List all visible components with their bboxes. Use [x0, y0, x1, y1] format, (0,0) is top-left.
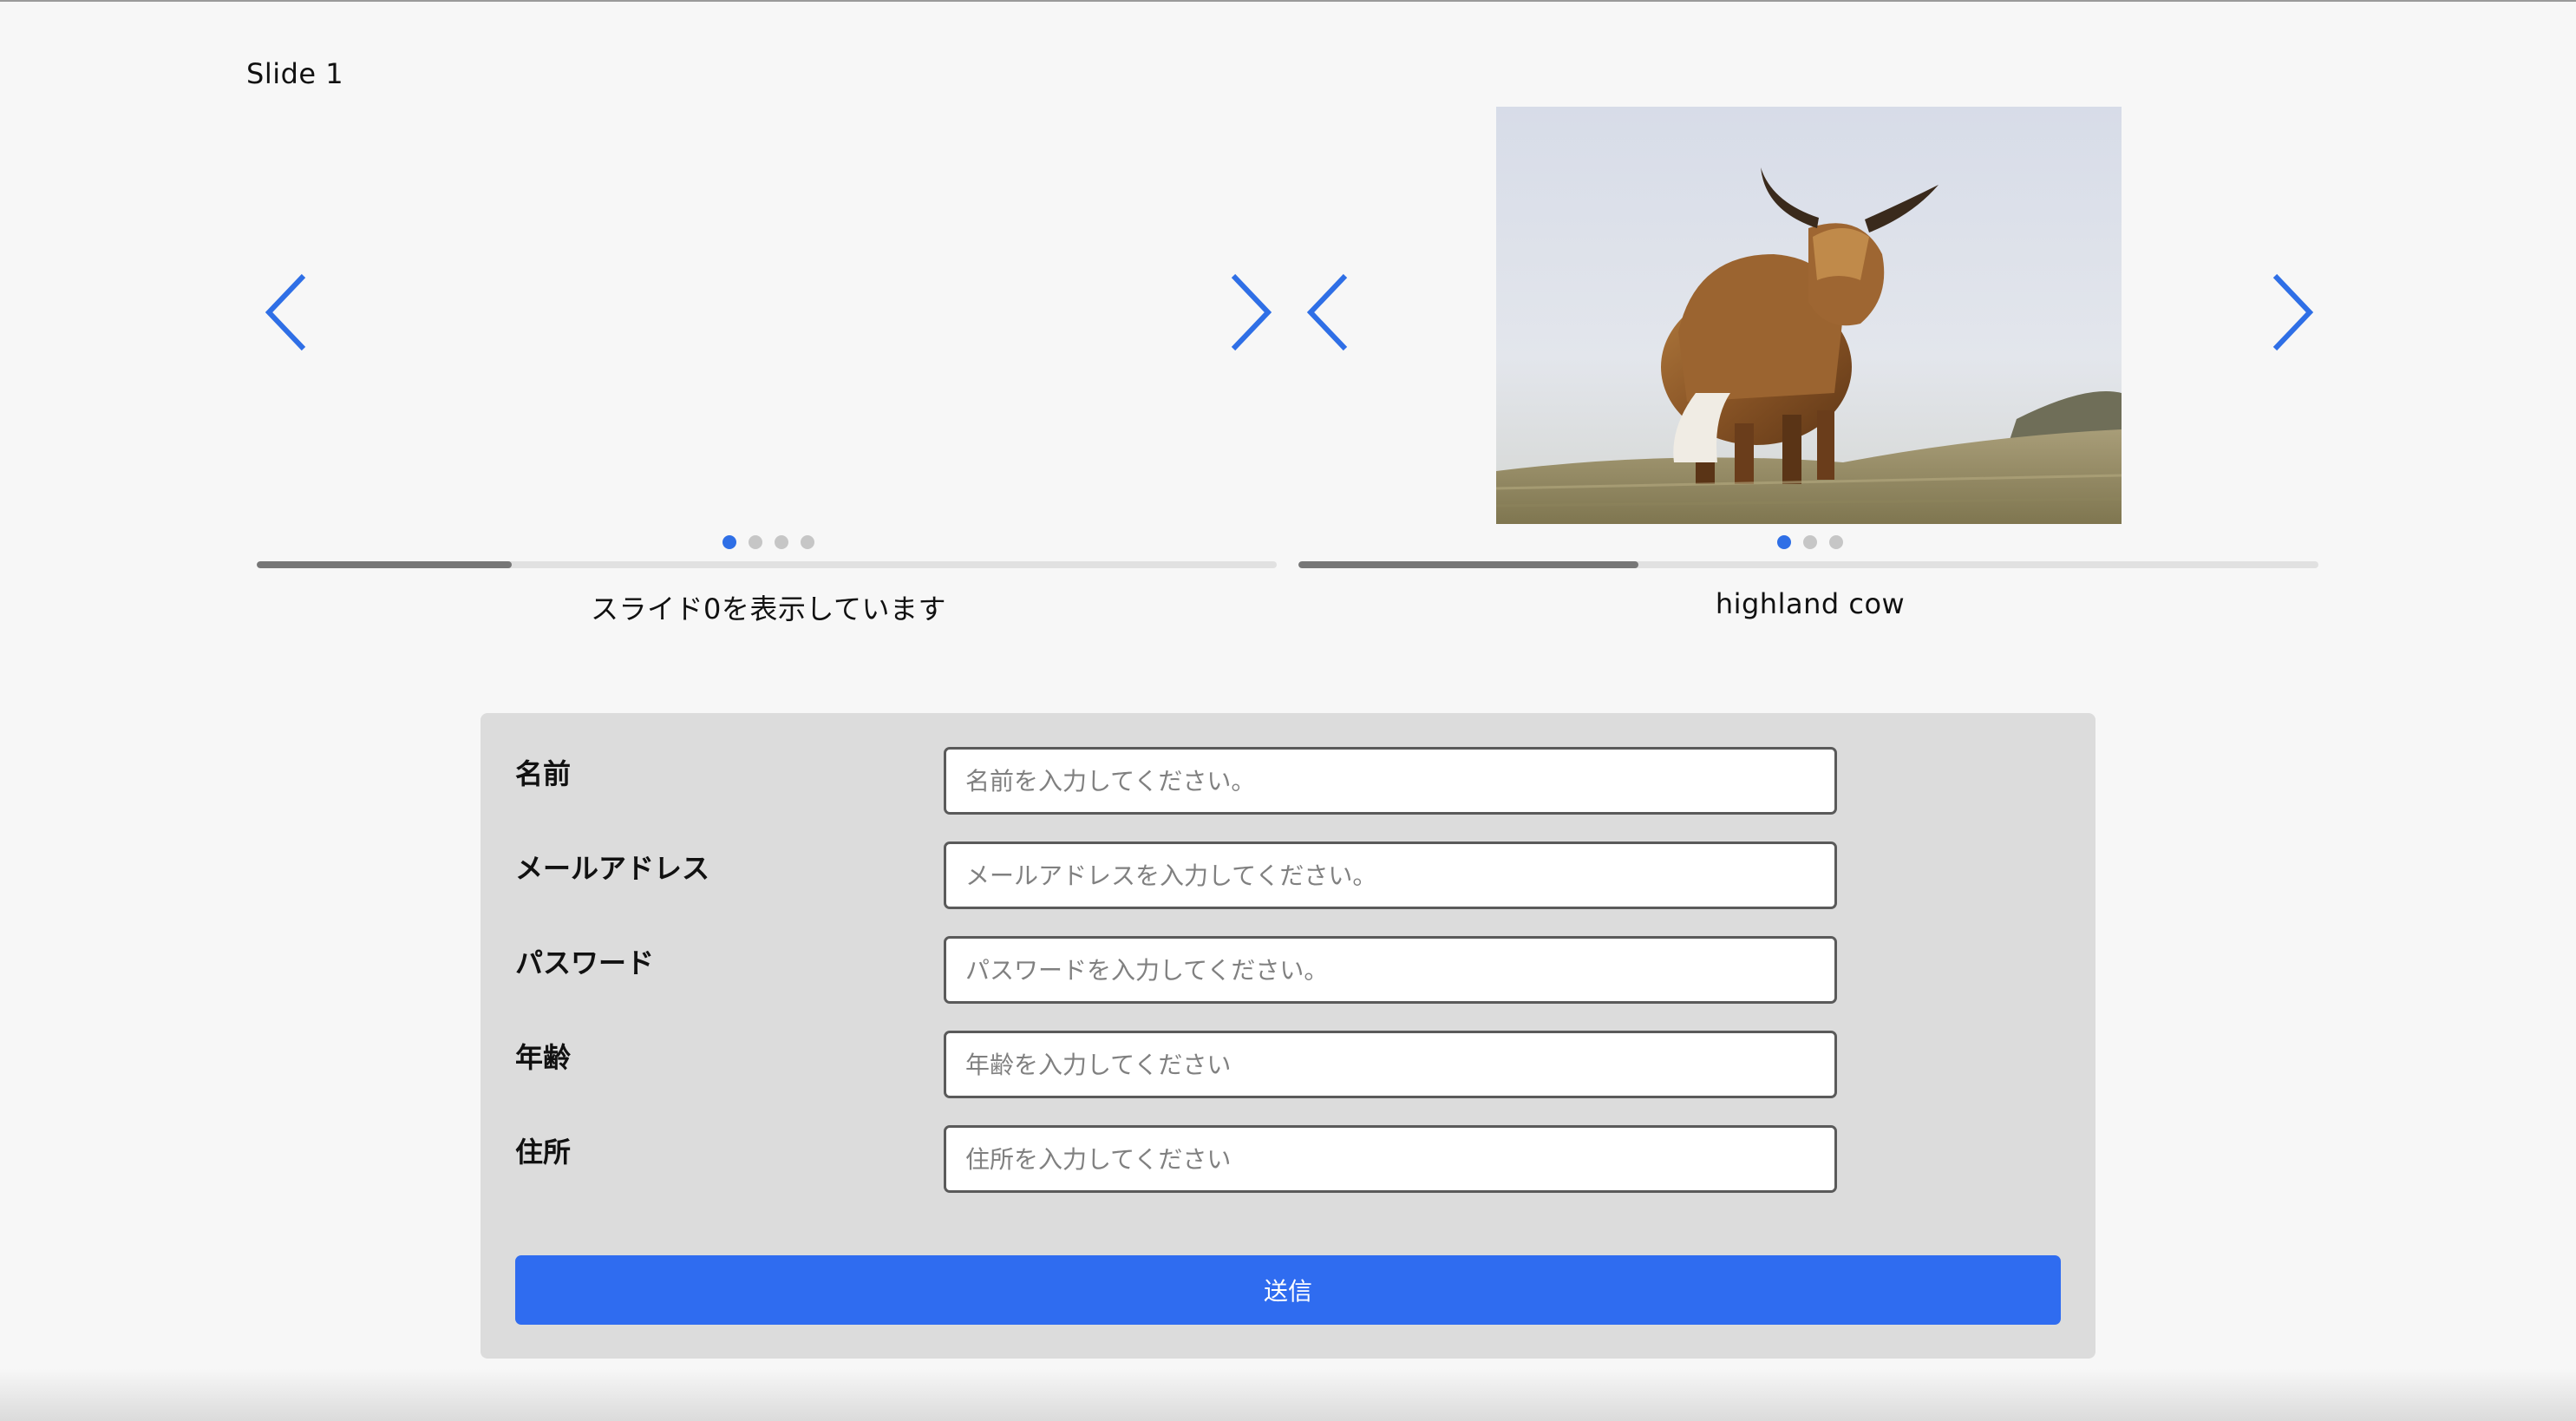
age-label: 年齢	[515, 1041, 572, 1074]
email-input[interactable]	[944, 841, 1837, 909]
chevron-right-icon	[1231, 273, 1272, 351]
carousel-progress-fill	[257, 561, 512, 568]
signup-form: 名前 メールアドレス パスワード 年齢 住所 送信	[481, 713, 2095, 1359]
carousel-dot[interactable]	[722, 535, 736, 549]
form-row-name: 名前	[515, 747, 1837, 816]
form-row-password: パスワード	[515, 936, 1837, 1005]
carousel-next-button[interactable]	[2270, 271, 2315, 354]
address-input[interactable]	[944, 1125, 1837, 1193]
chevron-left-icon	[1306, 273, 1348, 351]
carousel-prev-button[interactable]	[1305, 271, 1350, 354]
carousel-dot[interactable]	[775, 535, 788, 549]
carousel-dot[interactable]	[1803, 535, 1817, 549]
page: Slide 1 スライド0を表示しています highland cow 名前 名前…	[0, 0, 2576, 1421]
carousel-image: highland cow	[1298, 88, 2322, 626]
password-label: パスワード	[515, 946, 655, 979]
name-label: 名前	[515, 757, 572, 790]
chevron-right-icon	[2272, 273, 2314, 351]
email-label: メールアドレス	[515, 852, 710, 885]
carousel-dot[interactable]	[1829, 535, 1843, 549]
carousel-progress-fill	[1298, 561, 1638, 568]
carousel-dots	[1298, 535, 2322, 549]
name-input[interactable]	[944, 747, 1837, 815]
carousel-caption: スライド0を表示しています	[591, 593, 946, 625]
password-input[interactable]	[944, 936, 1837, 1004]
carousel-next-button[interactable]	[1228, 271, 1273, 354]
chevron-left-icon	[265, 273, 306, 351]
form-row-email: メールアドレス	[515, 841, 1837, 911]
carousel-progress-bar	[257, 561, 1277, 568]
carousel-caption: highland cow	[1715, 587, 1906, 620]
carousel-progress-bar	[1298, 561, 2318, 568]
highland-cow-image	[1496, 107, 2122, 524]
carousel-dot[interactable]	[749, 535, 762, 549]
slide-label: Slide 1	[246, 57, 344, 90]
address-label: 住所	[515, 1136, 572, 1169]
submit-button[interactable]: 送信	[515, 1255, 2061, 1325]
window-bottom-edge	[0, 1369, 2576, 1421]
age-input[interactable]	[944, 1031, 1837, 1098]
carousel-prev-button[interactable]	[264, 271, 309, 354]
carousel-dots	[257, 535, 1280, 549]
carousel-dot[interactable]	[801, 535, 814, 549]
carousel-dot[interactable]	[1777, 535, 1791, 549]
form-row-address: 住所	[515, 1125, 1837, 1195]
form-row-age: 年齢	[515, 1031, 1837, 1100]
highland-cow-photo	[1496, 107, 2122, 524]
carousel-text: スライド0を表示しています	[257, 88, 1280, 626]
